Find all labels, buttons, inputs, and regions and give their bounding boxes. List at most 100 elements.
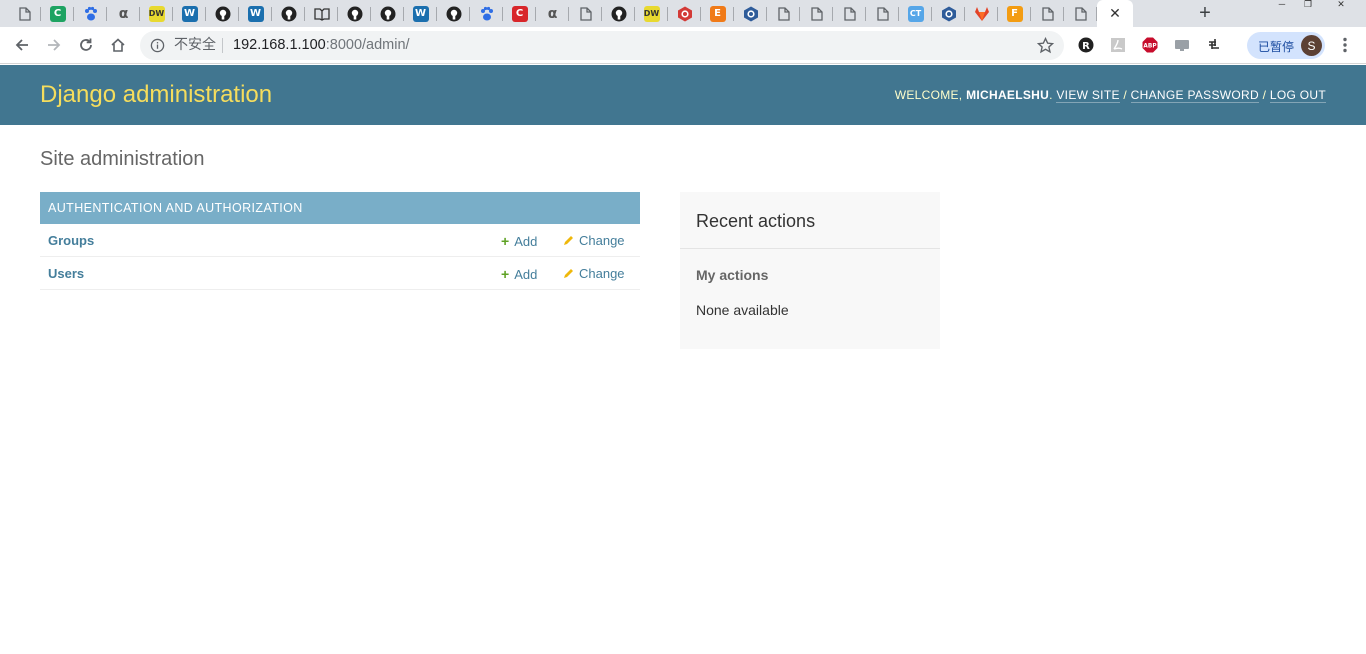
new-tab-button[interactable]: + bbox=[1195, 0, 1215, 27]
user-tools: Welcome, michaelshu. View site / Change … bbox=[894, 88, 1326, 103]
recent-actions-panel: Recent actions My actions None available bbox=[680, 192, 940, 349]
log-out-link[interactable]: Log out bbox=[1269, 88, 1326, 103]
browser-tab[interactable] bbox=[74, 0, 107, 27]
browser-tab[interactable] bbox=[833, 0, 866, 27]
view-site-link[interactable]: View site bbox=[1056, 88, 1120, 103]
welcome-text: Welcome, bbox=[894, 88, 963, 102]
browser-tab[interactable] bbox=[965, 0, 998, 27]
model-link-groups[interactable]: Groups bbox=[48, 233, 94, 248]
alpha-icon: α bbox=[118, 5, 129, 22]
adblock-plus-icon[interactable]: ABP bbox=[1142, 37, 1158, 53]
bookmark-star-icon[interactable] bbox=[1037, 37, 1054, 54]
site-branding[interactable]: Django administration bbox=[40, 81, 272, 109]
browser-tab[interactable] bbox=[305, 0, 338, 27]
hexagon-blue-icon bbox=[743, 6, 759, 22]
browser-tab[interactable]: W bbox=[173, 0, 206, 27]
back-button[interactable] bbox=[12, 35, 32, 55]
r-extension-icon[interactable]: R bbox=[1078, 37, 1094, 53]
add-link-users[interactable]: + Add bbox=[501, 266, 537, 282]
browser-tab[interactable] bbox=[272, 0, 305, 27]
svg-text:ABP: ABP bbox=[1143, 44, 1157, 50]
minimize-window-button[interactable]: ─ bbox=[1273, 0, 1291, 9]
none-available-text: None available bbox=[696, 302, 789, 318]
github-icon bbox=[446, 6, 462, 22]
address-bar[interactable]: 不安全 192.168.1.100:8000/admin/ bbox=[140, 31, 1064, 60]
browser-tab[interactable] bbox=[668, 0, 701, 27]
change-link-users[interactable]: Change bbox=[563, 266, 625, 281]
active-tab[interactable]: ✕ bbox=[1097, 0, 1133, 27]
browser-tab[interactable] bbox=[371, 0, 404, 27]
add-label: Add bbox=[514, 267, 538, 282]
browser-tab[interactable]: C bbox=[41, 0, 74, 27]
github-icon bbox=[215, 6, 231, 22]
restore-window-button[interactable]: ❐ bbox=[1299, 0, 1317, 9]
browser-tab[interactable] bbox=[8, 0, 41, 27]
close-tab-icon[interactable]: ✕ bbox=[1109, 5, 1121, 22]
browser-tab[interactable] bbox=[932, 0, 965, 27]
browser-tab[interactable] bbox=[206, 0, 239, 27]
close-window-button[interactable]: ✕ bbox=[1332, 0, 1350, 9]
alpha-icon: α bbox=[547, 5, 558, 22]
browser-tab[interactable]: E bbox=[701, 0, 734, 27]
dw-icon: DW bbox=[643, 5, 660, 22]
reload-icon bbox=[80, 38, 92, 51]
security-status-label[interactable]: 不安全 bbox=[174, 38, 216, 53]
model-link-users[interactable]: Users bbox=[48, 266, 84, 281]
browser-tab[interactable] bbox=[734, 0, 767, 27]
browser-tab[interactable] bbox=[338, 0, 371, 27]
browser-tab[interactable]: DW bbox=[635, 0, 668, 27]
profile-status-label: 已暂停 bbox=[1258, 40, 1295, 54]
forward-arrow-icon bbox=[48, 39, 61, 51]
home-button[interactable] bbox=[108, 35, 128, 55]
profile-button[interactable]: 已暂停 S bbox=[1247, 32, 1325, 59]
hexagon-red-icon bbox=[677, 6, 693, 22]
pdf-extension-icon[interactable] bbox=[1110, 37, 1126, 53]
pencil-icon bbox=[564, 236, 573, 245]
w-icon: W bbox=[247, 5, 264, 22]
browser-menu-button[interactable] bbox=[1338, 36, 1352, 54]
browser-tab[interactable] bbox=[602, 0, 635, 27]
url-host: 192.168.1.100 bbox=[233, 37, 326, 53]
github-icon bbox=[611, 6, 627, 22]
page-icon bbox=[809, 6, 825, 22]
page-icon bbox=[842, 6, 858, 22]
forward-button[interactable] bbox=[44, 35, 64, 55]
add-link-groups[interactable]: + Add bbox=[501, 233, 537, 249]
e-icon: E bbox=[709, 5, 726, 22]
browser-tab[interactable]: CT bbox=[899, 0, 932, 27]
model-row-groups: Groups + Add Change bbox=[40, 224, 640, 257]
f-icon: F bbox=[1006, 5, 1023, 22]
reload-button[interactable] bbox=[76, 35, 96, 55]
browser-tab[interactable]: F bbox=[998, 0, 1031, 27]
browser-tab[interactable] bbox=[569, 0, 602, 27]
my-actions-heading: My actions bbox=[696, 267, 769, 283]
browser-tab[interactable]: W bbox=[404, 0, 437, 27]
hexagon-blue-icon bbox=[941, 6, 957, 22]
browser-tab[interactable]: C bbox=[503, 0, 536, 27]
cast-icon[interactable] bbox=[1174, 37, 1190, 53]
browser-tab[interactable]: α bbox=[107, 0, 140, 27]
plus-icon: + bbox=[501, 266, 510, 282]
browser-tab[interactable]: W bbox=[239, 0, 272, 27]
site-header: Django administration Welcome, michaelsh… bbox=[0, 65, 1366, 125]
browser-tab[interactable] bbox=[470, 0, 503, 27]
app-module-auth: Authentication and Authorization Groups … bbox=[40, 192, 640, 290]
app-caption-link[interactable]: Authentication and Authorization bbox=[40, 192, 640, 224]
browser-tab[interactable] bbox=[1064, 0, 1097, 27]
w-icon: W bbox=[181, 5, 198, 22]
change-link-groups[interactable]: Change bbox=[563, 233, 625, 248]
browser-tab[interactable] bbox=[1031, 0, 1064, 27]
browser-tab[interactable]: α bbox=[536, 0, 569, 27]
url-text[interactable]: 192.168.1.100:8000/admin/ bbox=[233, 37, 410, 54]
grid-extension-icon[interactable] bbox=[1206, 37, 1222, 53]
info-icon[interactable] bbox=[150, 38, 165, 53]
browser-tab[interactable] bbox=[800, 0, 833, 27]
browser-tab[interactable]: DW bbox=[140, 0, 173, 27]
browser-tab[interactable] bbox=[866, 0, 899, 27]
kebab-menu-icon bbox=[1343, 37, 1347, 53]
browser-tab-strip: ─ ❐ ✕ Cα DW W W W Cα DW E CT F ✕ + bbox=[0, 0, 1366, 27]
change-password-link[interactable]: Change password bbox=[1130, 88, 1259, 103]
browser-tab[interactable] bbox=[767, 0, 800, 27]
browser-tab[interactable] bbox=[437, 0, 470, 27]
change-label: Change bbox=[579, 233, 625, 248]
